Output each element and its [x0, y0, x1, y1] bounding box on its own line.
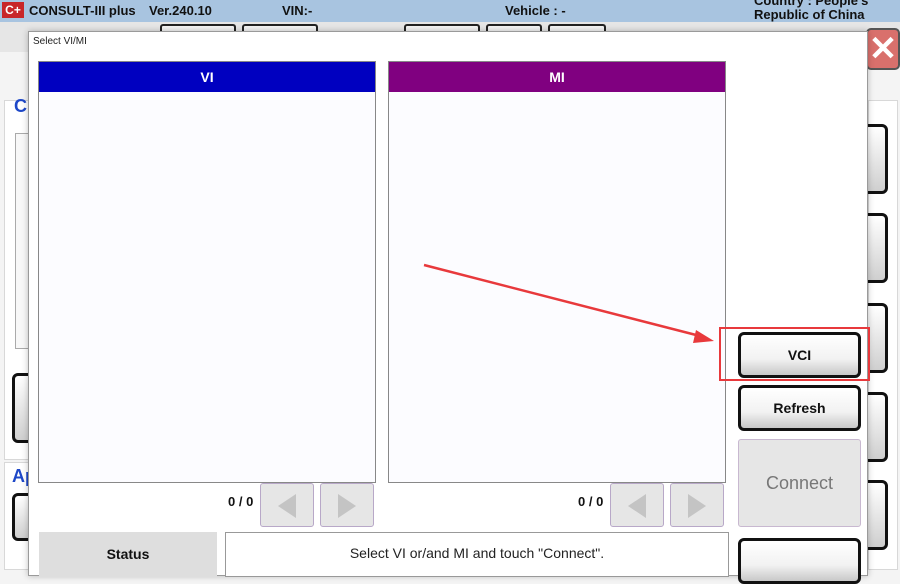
vi-next-page-button[interactable] [320, 483, 374, 527]
vi-page-count: 0 / 0 [228, 494, 254, 509]
country-line2: Republic of China [754, 7, 865, 22]
triangle-right-icon [338, 494, 356, 518]
vin-readout: VIN:- [282, 3, 313, 18]
connect-button[interactable]: Connect [738, 439, 861, 527]
country-readout: Country : People's Republic of China [754, 0, 868, 22]
app-logo: C+ [2, 2, 24, 18]
close-icon[interactable]: ✕ [866, 28, 900, 70]
status-message: Select VI or/and MI and touch "Connect". [225, 532, 729, 577]
vi-list-header: VI [39, 62, 375, 92]
dialog-title: Select VI/MI [33, 36, 87, 47]
triangle-left-icon [628, 494, 646, 518]
background-section-title: C [14, 96, 27, 116]
vi-prev-page-button[interactable] [260, 483, 314, 527]
dialog-extra-button[interactable] [738, 538, 861, 584]
mi-list-panel[interactable]: MI [388, 61, 726, 483]
refresh-button[interactable]: Refresh [738, 385, 861, 431]
app-version: Ver.240.10 [149, 3, 212, 18]
triangle-right-icon [688, 494, 706, 518]
app-titlebar: C+ CONSULT-III plus Ver.240.10 VIN:- Veh… [0, 0, 900, 22]
app-name: CONSULT-III plus [29, 3, 136, 18]
vci-highlight-box [719, 327, 870, 381]
status-label: Status [39, 532, 217, 577]
mi-next-page-button[interactable] [670, 483, 724, 527]
mi-page-count: 0 / 0 [578, 494, 604, 509]
mi-prev-page-button[interactable] [610, 483, 664, 527]
triangle-left-icon [278, 494, 296, 518]
mi-list-header: MI [389, 62, 725, 92]
vehicle-readout: Vehicle : - [505, 3, 566, 18]
select-vi-mi-dialog: Select VI/MI VI MI 0 / 0 0 / 0 VCI Refre… [28, 31, 868, 584]
vi-list-panel[interactable]: VI [38, 61, 376, 483]
